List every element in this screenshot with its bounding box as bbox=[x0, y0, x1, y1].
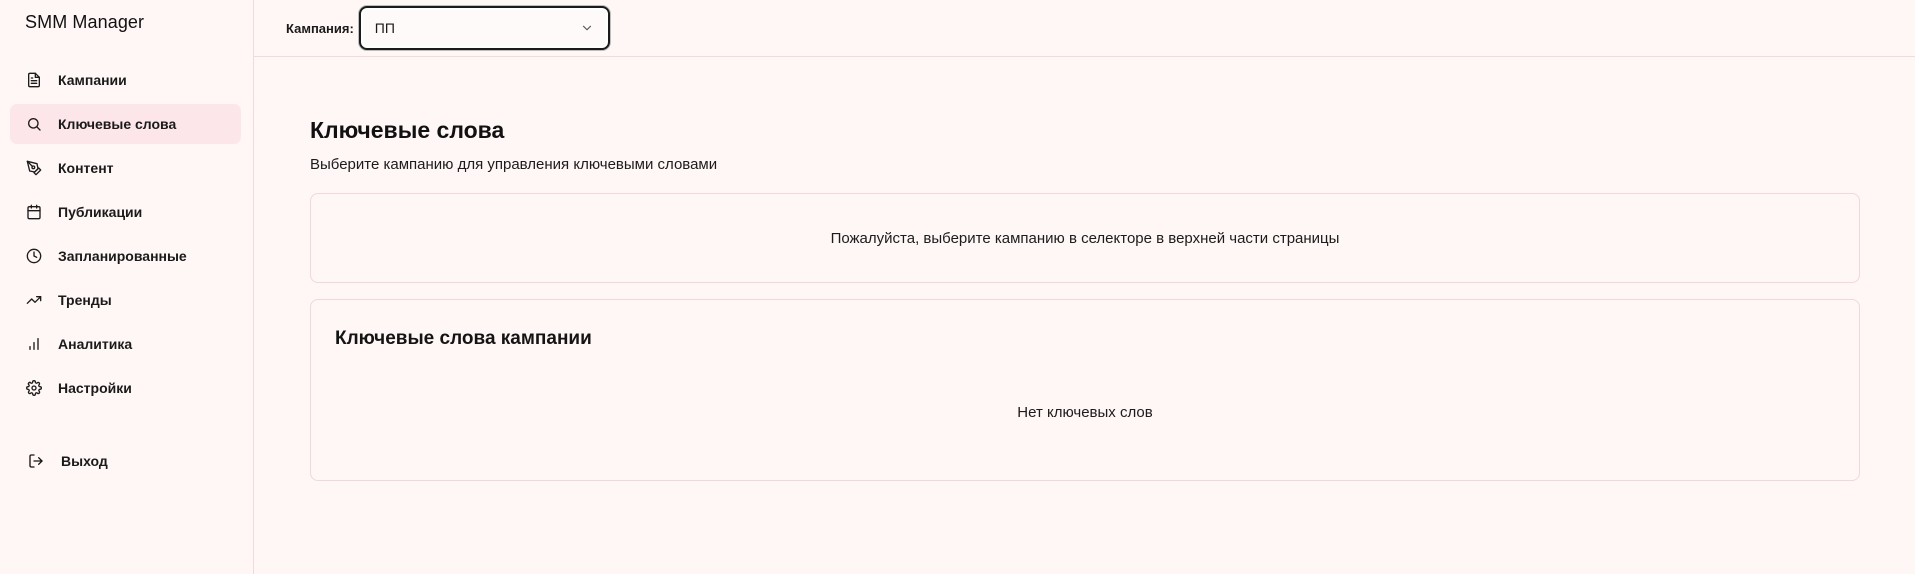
sidebar-item-label: Публикации bbox=[58, 204, 143, 220]
document-icon bbox=[26, 72, 42, 88]
page-title: Ключевые слова bbox=[310, 117, 505, 143]
select-campaign-notice: Пожалуйста, выберите кампанию в селектор… bbox=[310, 193, 1860, 283]
sidebar-item-campaigns[interactable]: Кампании bbox=[10, 60, 241, 100]
sidebar-item-content[interactable]: Контент bbox=[10, 148, 241, 188]
topbar: Кампания: ПП bbox=[254, 0, 1915, 57]
campaign-selector-label: Кампания: bbox=[286, 20, 354, 36]
sidebar-item-scheduled[interactable]: Запланированные bbox=[10, 236, 241, 276]
sidebar: SMM Manager Кампании Ключевые слова Конт… bbox=[0, 0, 254, 574]
app-title: SMM Manager bbox=[25, 12, 145, 32]
sidebar-item-keywords[interactable]: Ключевые слова bbox=[10, 104, 241, 144]
pen-icon bbox=[26, 160, 42, 176]
logout-button[interactable]: Выход bbox=[10, 441, 241, 481]
sidebar-item-analytics[interactable]: Аналитика bbox=[10, 324, 241, 364]
sidebar-item-label: Контент bbox=[58, 160, 114, 176]
clock-icon bbox=[26, 248, 42, 264]
app: SMM Manager Кампании Ключевые слова Конт… bbox=[0, 0, 1915, 574]
sidebar-item-label: Запланированные bbox=[58, 248, 187, 264]
keywords-empty-state: Нет ключевых слов bbox=[1017, 404, 1153, 421]
campaign-selected-value: ПП bbox=[374, 20, 395, 36]
chevron-down-icon bbox=[580, 21, 594, 35]
keywords-card-title: Ключевые слова кампании bbox=[335, 328, 592, 349]
search-icon bbox=[26, 116, 42, 132]
sidebar-item-publications[interactable]: Публикации bbox=[10, 192, 241, 232]
bar-chart-icon bbox=[26, 336, 42, 352]
sidebar-item-label: Ключевые слова bbox=[58, 116, 177, 132]
sidebar-item-label: Настройки bbox=[58, 380, 132, 396]
gear-icon bbox=[26, 380, 42, 396]
calendar-icon bbox=[26, 204, 42, 220]
sidebar-item-label: Аналитика bbox=[58, 336, 133, 352]
logout-label: Выход bbox=[61, 453, 108, 469]
page-subtitle: Выберите кампанию для управления ключевы… bbox=[310, 156, 718, 173]
campaign-selector[interactable]: ПП bbox=[358, 6, 610, 50]
sidebar-item-settings[interactable]: Настройки bbox=[10, 368, 241, 408]
trending-up-icon bbox=[26, 292, 42, 308]
main-area: Кампания: ПП Ключевые слова Выберите кам… bbox=[254, 0, 1915, 574]
sidebar-item-label: Кампании bbox=[58, 72, 127, 88]
notice-message: Пожалуйста, выберите кампанию в селектор… bbox=[830, 229, 1340, 247]
logout-icon bbox=[28, 453, 44, 469]
sidebar-item-trends[interactable]: Тренды bbox=[10, 280, 241, 320]
campaign-keywords-card: Ключевые слова кампании Нет ключевых сло… bbox=[310, 299, 1860, 481]
sidebar-item-label: Тренды bbox=[58, 292, 112, 308]
sidebar-nav: Кампании Ключевые слова Контент Публикац… bbox=[10, 60, 241, 412]
